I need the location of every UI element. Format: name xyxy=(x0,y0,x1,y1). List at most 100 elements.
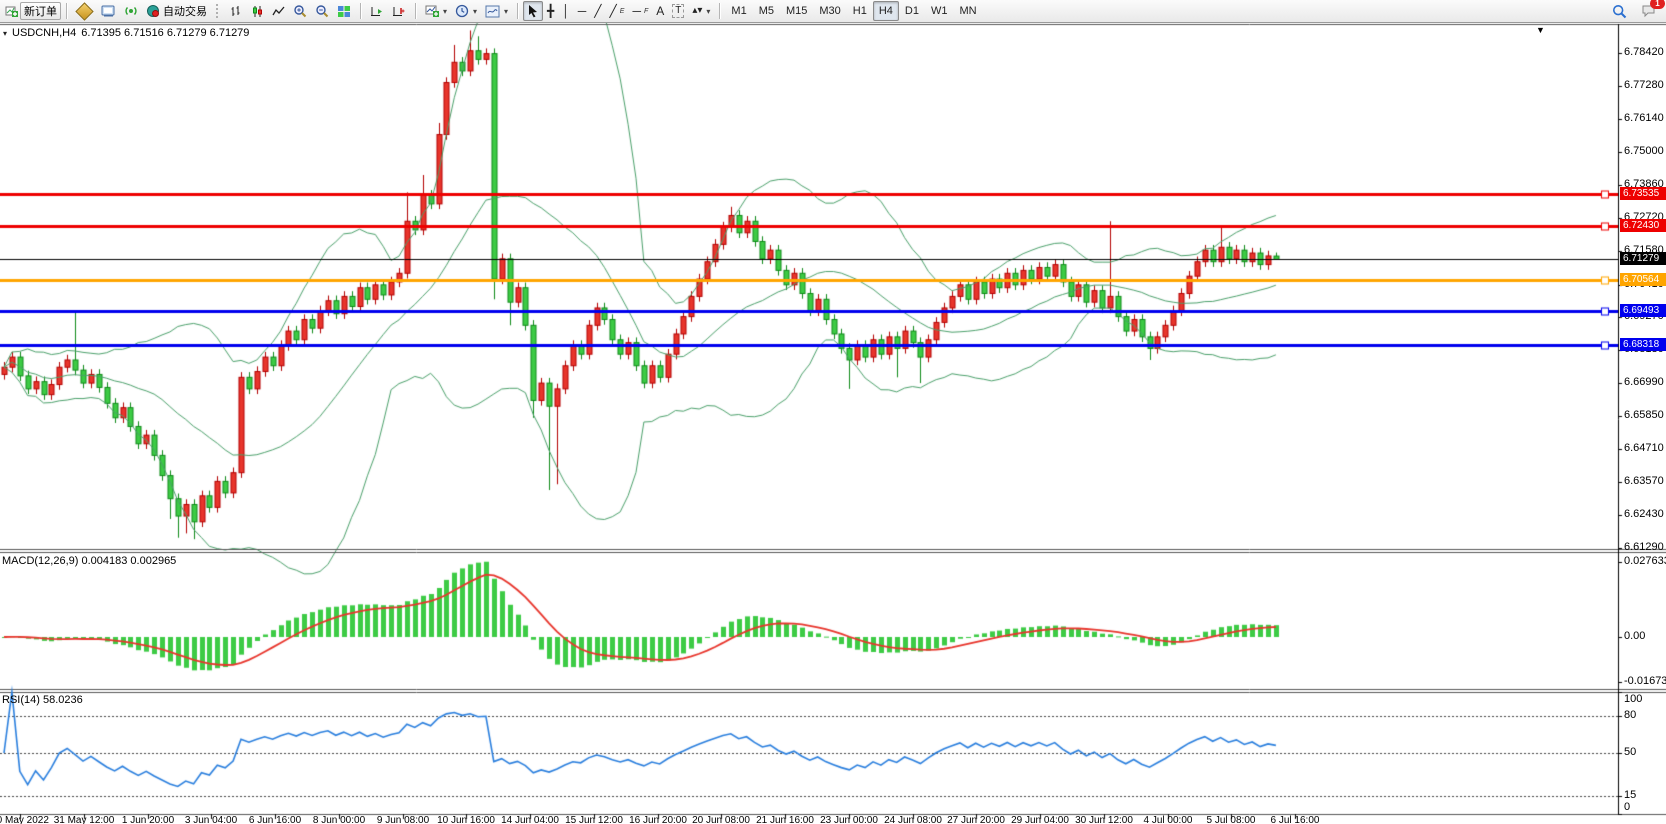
time-axis-label: 9 Jun 08:00 xyxy=(377,815,429,824)
line-chart-button[interactable] xyxy=(268,1,289,21)
horizontal-line-icon: ─ xyxy=(578,5,587,17)
trendline-tool-button[interactable]: ╱ xyxy=(590,1,605,21)
templates-button[interactable]: ▾ xyxy=(481,1,512,21)
price-line-badge: 6.69493 xyxy=(1620,304,1666,317)
bar-chart-icon xyxy=(230,5,243,18)
macd-tick-label: 0.00 xyxy=(1624,631,1645,642)
price-tick-label: 6.63570 xyxy=(1624,476,1664,487)
timeframe-button-H1[interactable]: H1 xyxy=(847,1,873,21)
auto-scroll-button[interactable] xyxy=(366,1,388,21)
rsi-tick-label: 50 xyxy=(1624,747,1636,758)
metatrader-window: 新订单 自动交易 xyxy=(0,0,1666,824)
navigator-button[interactable] xyxy=(120,1,142,21)
time-axis-label: 14 Jun 04:00 xyxy=(501,815,559,824)
auto-scroll-icon xyxy=(370,5,384,18)
toolbar-separator xyxy=(360,3,361,19)
text-tool-button[interactable]: A xyxy=(652,1,668,21)
market-watch-button[interactable] xyxy=(72,1,97,21)
cursor-tool-button[interactable] xyxy=(523,1,543,21)
price-tick-label: 6.66990 xyxy=(1624,377,1664,388)
time-axis-label: 23 Jun 00:00 xyxy=(820,815,878,824)
auto-trading-button[interactable]: 自动交易 xyxy=(142,2,211,20)
chevron-down-icon: ▾ xyxy=(443,7,447,16)
data-window-button[interactable] xyxy=(97,1,120,21)
chevron-down-icon: ▾ xyxy=(473,7,477,16)
channel-tool-button[interactable]: ╱E xyxy=(606,1,629,21)
toolbar-group-panels: 自动交易 xyxy=(69,0,214,22)
symbol-collapse-icon[interactable]: ▾ xyxy=(3,29,7,38)
line-chart-icon xyxy=(272,5,285,18)
zoom-in-button[interactable] xyxy=(289,1,311,21)
notification-badge: 1 xyxy=(1650,0,1665,9)
time-axis-label: 6 Jul 16:00 xyxy=(1271,815,1320,824)
indicators-button[interactable]: ▾ xyxy=(421,1,451,21)
macd-values: 0.004183 0.002965 xyxy=(81,555,176,567)
chevron-down-icon: ▾ xyxy=(504,7,508,16)
crosshair-tool-button[interactable]: ╋ xyxy=(543,1,558,21)
price-tick-label: 6.77280 xyxy=(1624,80,1664,91)
timeframe-button-M1[interactable]: M1 xyxy=(725,1,752,21)
price-line-badge: 6.70564 xyxy=(1620,273,1666,286)
tile-windows-icon xyxy=(337,5,351,18)
time-axis-label: 27 Jun 20:00 xyxy=(947,815,1005,824)
indicators-icon xyxy=(425,5,439,18)
price-chart-canvas[interactable] xyxy=(0,0,1666,824)
timeframe-button-D1[interactable]: D1 xyxy=(899,1,925,21)
auto-trading-icon xyxy=(146,4,160,18)
new-order-button[interactable]: 新订单 xyxy=(20,2,61,20)
candlestick-chart-button[interactable] xyxy=(247,1,268,21)
bar-chart-button[interactable] xyxy=(226,1,247,21)
time-axis-label: 4 Jul 00:00 xyxy=(1144,815,1193,824)
toolbar-separator xyxy=(415,3,416,19)
timeframe-button-MN[interactable]: MN xyxy=(953,1,982,21)
rsi-tick-label: 15 xyxy=(1624,790,1636,801)
rsi-tick-label: 100 xyxy=(1624,694,1642,705)
zoom-out-button[interactable] xyxy=(311,1,333,21)
trendline-icon: ╱ xyxy=(594,5,601,17)
time-axis-label: 15 Jun 12:00 xyxy=(565,815,623,824)
market-watch-icon xyxy=(75,2,93,20)
time-axis-label: 8 Jun 00:00 xyxy=(313,815,365,824)
macd-tick-label: -0.016736 xyxy=(1624,676,1666,687)
tile-windows-button[interactable] xyxy=(333,1,355,21)
time-axis-label: 24 Jun 08:00 xyxy=(884,815,942,824)
periods-button[interactable]: ▾ xyxy=(451,1,481,21)
symbol-period-label: USDCNH,H4 xyxy=(12,27,76,39)
vertical-line-tool-button[interactable]: │ xyxy=(558,1,574,21)
arrows-tool-button[interactable]: ▴▾▾ xyxy=(688,1,714,21)
time-axis-label: 5 Jul 08:00 xyxy=(1207,815,1256,824)
search-button[interactable] xyxy=(1608,1,1631,21)
timeframe-button-M30[interactable]: M30 xyxy=(813,1,846,21)
text-icon: A xyxy=(656,5,664,17)
chevron-down-icon: ▾ xyxy=(706,7,710,16)
time-axis-label: 31 May 12:00 xyxy=(54,815,115,824)
horizontal-line-tool-button[interactable]: ─ xyxy=(574,1,591,21)
fibonacci-letter: F xyxy=(644,8,648,15)
scale-marker-icon[interactable]: ▼ xyxy=(1536,25,1545,35)
candlestick-chart-icon xyxy=(251,5,264,18)
time-axis-label: 16 Jun 20:00 xyxy=(629,815,687,824)
timeframe-button-H4[interactable]: H4 xyxy=(873,1,899,21)
rsi-value: 58.0236 xyxy=(43,694,83,706)
price-tick-label: 6.65850 xyxy=(1624,410,1664,421)
clock-icon xyxy=(455,4,469,18)
toolbar-group-objects: ▾ ▾ ▾ xyxy=(418,0,515,22)
chat-button[interactable]: 1 xyxy=(1637,1,1660,21)
timeframe-button-W1[interactable]: W1 xyxy=(925,1,954,21)
price-tick-label: 6.64710 xyxy=(1624,443,1664,454)
text-label-tool-button[interactable]: T xyxy=(668,1,688,21)
timeframe-button-M15[interactable]: M15 xyxy=(780,1,813,21)
toolbar-separator xyxy=(66,3,67,19)
chart-plus-icon[interactable] xyxy=(3,1,20,21)
fibonacci-tool-button[interactable]: ─F xyxy=(628,1,652,21)
time-axis-label: 10 Jun 16:00 xyxy=(437,815,495,824)
chart-shift-button[interactable] xyxy=(388,1,410,21)
price-line-badge: 6.71279 xyxy=(1620,252,1666,265)
data-window-icon xyxy=(101,5,116,18)
equidistant-channel-icon: ╱ xyxy=(610,5,617,17)
price-tick-label: 6.76140 xyxy=(1624,113,1664,124)
price-tick-label: 6.61290 xyxy=(1624,542,1664,553)
timeframe-button-M5[interactable]: M5 xyxy=(753,1,780,21)
price-line-badge: 6.73535 xyxy=(1620,187,1666,200)
toolbar-right: 1 xyxy=(1608,1,1666,21)
